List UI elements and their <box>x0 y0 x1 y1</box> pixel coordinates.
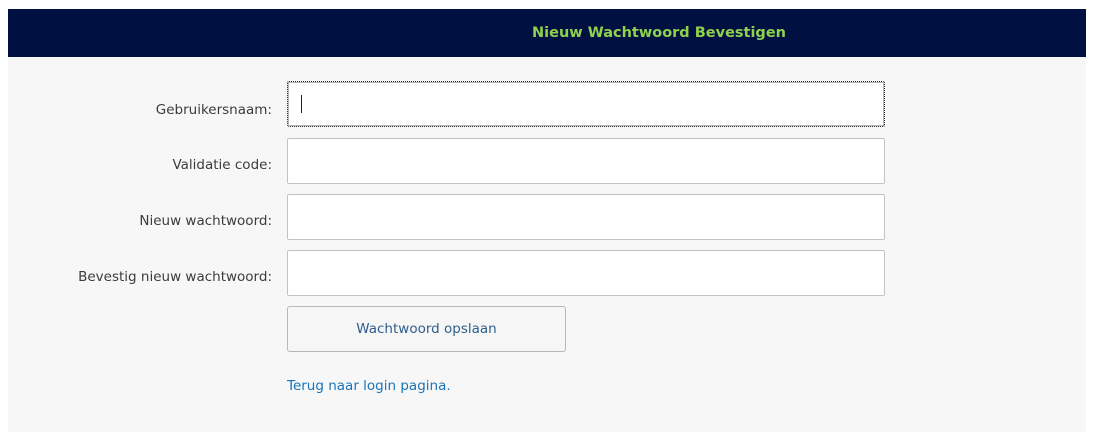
password-reset-page: Nieuw Wachtwoord Bevestigen Gebruikersna… <box>8 9 1086 432</box>
save-password-button[interactable]: Wachtwoord opslaan <box>287 306 566 352</box>
page-header: Nieuw Wachtwoord Bevestigen <box>8 9 1086 57</box>
username-label: Gebruikersnaam: <box>155 102 272 118</box>
new-password-label: Nieuw wachtwoord: <box>139 213 272 229</box>
new-password-field[interactable] <box>287 194 885 240</box>
text-caret <box>301 95 302 113</box>
confirm-password-field[interactable] <box>287 250 885 296</box>
confirm-password-label: Bevestig nieuw wachtwoord: <box>78 269 272 285</box>
username-field[interactable] <box>287 81 885 127</box>
validation-code-label: Validatie code: <box>172 157 272 173</box>
page-title: Nieuw Wachtwoord Bevestigen <box>532 25 786 41</box>
validation-code-field[interactable] <box>287 138 885 184</box>
back-to-login-link[interactable]: Terug naar login pagina. <box>287 378 451 394</box>
